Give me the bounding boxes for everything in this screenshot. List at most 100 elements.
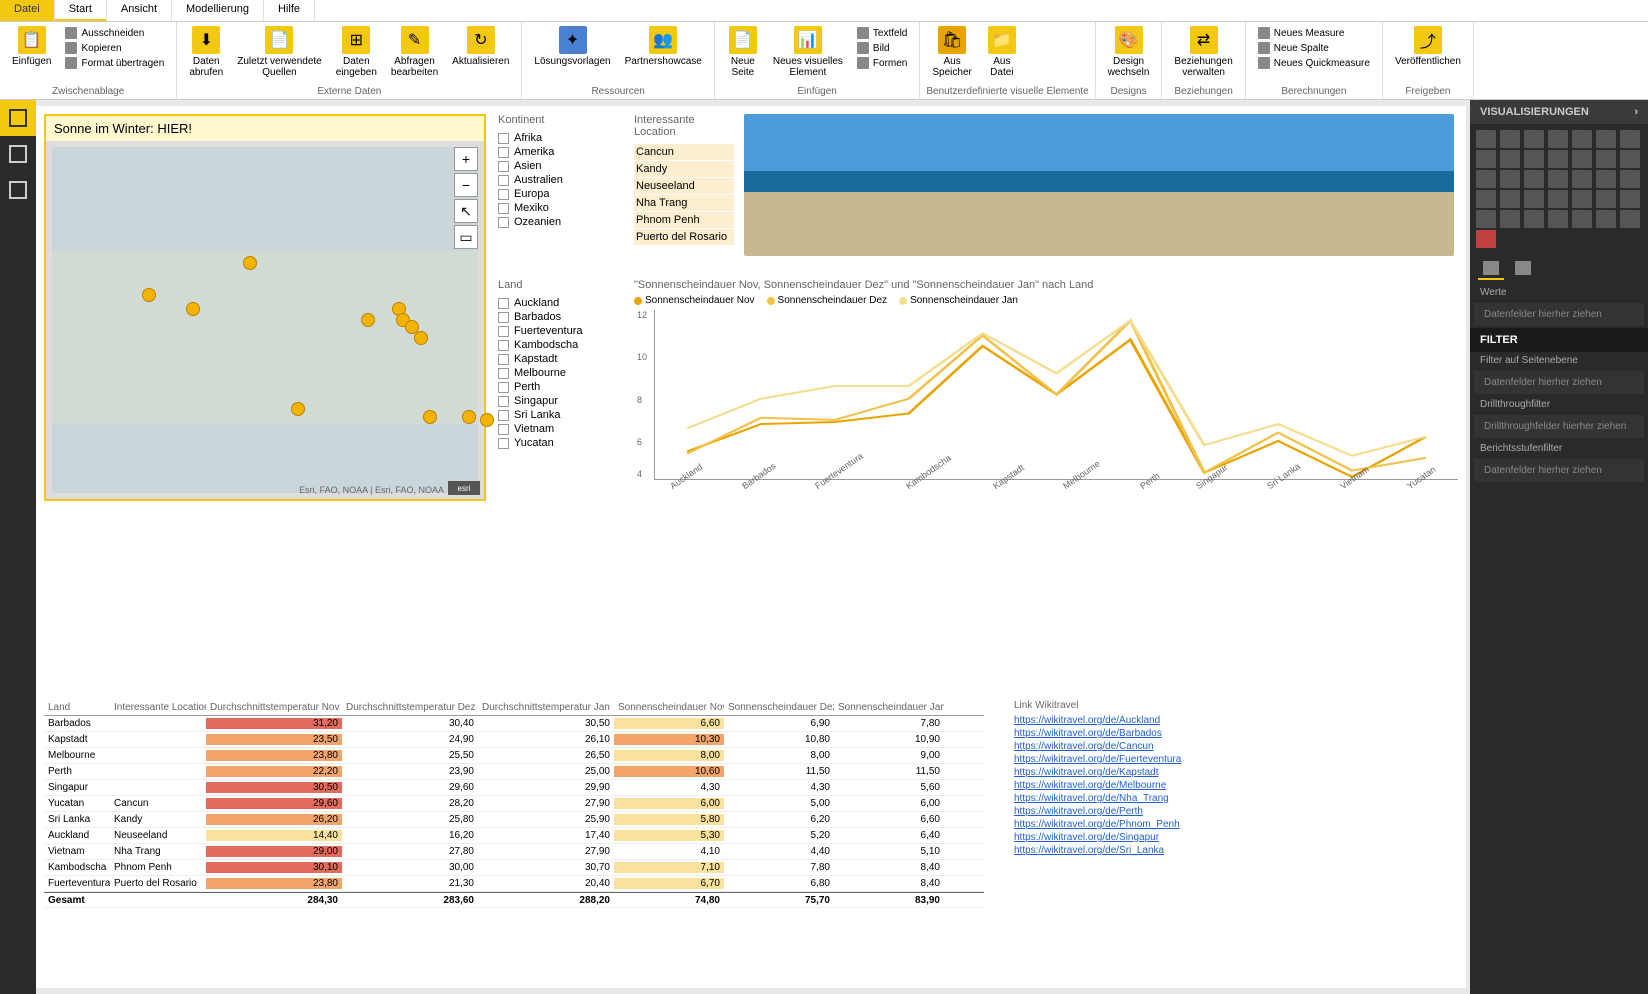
viz-type-icon[interactable] (1524, 130, 1544, 148)
report-view-button[interactable] (0, 100, 36, 136)
table-row[interactable]: Kapstadt23,5024,9026,1010,3010,8010,90 (44, 732, 984, 748)
publish-button[interactable]: ⤴Veröffentlichen (1389, 24, 1467, 69)
slicer-item[interactable]: Afrika (498, 131, 622, 145)
slicer-item[interactable]: Australien (498, 173, 622, 187)
new-measure-button[interactable]: Neues Measure (1254, 26, 1374, 40)
slicer-item[interactable]: Perth (498, 380, 622, 394)
viz-type-icon[interactable] (1476, 210, 1496, 228)
land-slicer[interactable]: Land AucklandBarbadosFuerteventuraKambod… (498, 279, 622, 501)
wiki-link[interactable]: https://wikitravel.org/de/Barbados (1014, 727, 1181, 740)
viz-type-icon[interactable] (1476, 130, 1496, 148)
zoom-in-button[interactable]: + (454, 147, 478, 171)
viz-type-icon[interactable] (1548, 170, 1568, 188)
continent-slicer[interactable]: Kontinent AfrikaAmerikaAsienAustralienEu… (498, 114, 622, 267)
viz-type-icon[interactable] (1620, 170, 1640, 188)
table-row[interactable]: Perth22,2023,9025,0010,6011,5011,50 (44, 764, 984, 780)
drill-filter-drop[interactable]: Drillthroughfelder hierher ziehen (1474, 415, 1644, 438)
viz-type-icon[interactable] (1524, 210, 1544, 228)
slicer-item[interactable]: Auckland (498, 296, 622, 310)
viz-type-icon[interactable] (1620, 130, 1640, 148)
viz-type-icon[interactable] (1500, 190, 1520, 208)
viz-type-icon[interactable] (1572, 170, 1592, 188)
viz-type-icon[interactable] (1548, 190, 1568, 208)
slicer-item[interactable]: Yucatan (498, 436, 622, 450)
table-row[interactable]: Melbourne23,8025,5026,508,008,009,00 (44, 748, 984, 764)
table-row[interactable]: Barbados31,2030,4030,506,606,907,80 (44, 716, 984, 732)
image-button[interactable]: Bild (853, 41, 911, 55)
column-header[interactable]: Sonnenscheindauer Nov (614, 702, 724, 713)
slicer-item[interactable]: Fuerteventura (498, 324, 622, 338)
viz-type-icon[interactable] (1500, 130, 1520, 148)
slicer-item[interactable]: Europa (498, 187, 622, 201)
slicer-item[interactable]: Vietnam (498, 422, 622, 436)
column-header[interactable]: Sonnenscheindauer Dez (724, 702, 834, 713)
tab-file[interactable]: Datei (0, 0, 55, 21)
viz-pane-header[interactable]: VISUALISIERUNGEN› (1470, 100, 1648, 124)
location-item[interactable]: Puerto del Rosario (634, 229, 734, 245)
viz-type-icon[interactable] (1476, 170, 1496, 188)
column-header[interactable]: Interessante Location (110, 702, 206, 713)
slicer-item[interactable]: Kapstadt (498, 352, 622, 366)
wiki-link[interactable]: https://wikitravel.org/de/Phnom_Penh (1014, 818, 1181, 831)
wiki-link[interactable]: https://wikitravel.org/de/Auckland (1014, 714, 1181, 727)
viz-type-icon[interactable] (1476, 190, 1496, 208)
table-row[interactable]: VietnamNha Trang29,0027,8027,904,104,405… (44, 844, 984, 860)
viz-type-icon[interactable] (1524, 190, 1544, 208)
from-file-button[interactable]: 📁Aus Datei (980, 24, 1024, 80)
map-select-button[interactable]: ▭ (454, 225, 478, 249)
location-item[interactable]: Neuseeland (634, 178, 734, 194)
report-filter-drop[interactable]: Datenfelder hierher ziehen (1474, 459, 1644, 482)
new-column-button[interactable]: Neue Spalte (1254, 41, 1374, 55)
location-item[interactable]: Kandy (634, 161, 734, 177)
slicer-item[interactable]: Ozeanien (498, 215, 622, 229)
column-header[interactable]: Durchschnittstemperatur Dez (342, 702, 478, 713)
wiki-link[interactable]: https://wikitravel.org/de/Fuerteventura (1014, 753, 1181, 766)
cut-button[interactable]: Ausschneiden (61, 26, 168, 40)
quickmeasure-button[interactable]: Neues Quickmeasure (1254, 56, 1374, 70)
new-visual-button[interactable]: 📊Neues visuelles Element (767, 24, 849, 80)
column-header[interactable]: Durchschnittstemperatur Nov (206, 702, 342, 713)
slicer-item[interactable]: Asien (498, 159, 622, 173)
slicer-item[interactable]: Barbados (498, 310, 622, 324)
new-page-button[interactable]: 📄Neue Seite (721, 24, 765, 80)
copy-button[interactable]: Kopieren (61, 41, 168, 55)
viz-type-icon[interactable] (1596, 190, 1616, 208)
values-drop[interactable]: Datenfelder hierher ziehen (1474, 303, 1644, 326)
textbox-button[interactable]: Textfeld (853, 26, 911, 40)
edit-queries-button[interactable]: ✎Abfragen bearbeiten (385, 24, 444, 80)
tab-help[interactable]: Hilfe (264, 0, 315, 21)
map-marker[interactable] (414, 331, 428, 345)
wiki-link[interactable]: https://wikitravel.org/de/Cancun (1014, 740, 1181, 753)
slicer-item[interactable]: Melbourne (498, 366, 622, 380)
viz-type-icon[interactable] (1476, 230, 1496, 248)
line-chart[interactable]: "Sonnenscheindauer Nov, Sonnenscheindaue… (634, 279, 1458, 501)
fields-tab[interactable] (1478, 258, 1504, 280)
viz-type-icon[interactable] (1596, 130, 1616, 148)
location-item[interactable]: Nha Trang (634, 195, 734, 211)
map-marker[interactable] (423, 410, 437, 424)
viz-type-icon[interactable] (1500, 210, 1520, 228)
partner-button[interactable]: 👥Partnershowcase (619, 24, 708, 69)
report-canvas[interactable]: Sonne im Winter: HIER! + − ↖ ▭ Esri, FAO… (36, 106, 1466, 988)
viz-type-icon[interactable] (1572, 190, 1592, 208)
column-header[interactable]: Sonnenscheindauer Jan (834, 702, 944, 713)
column-header[interactable]: Land (44, 702, 110, 713)
table-row[interactable]: KambodschaPhnom Penh30,1030,0030,707,107… (44, 860, 984, 876)
wiki-link[interactable]: https://wikitravel.org/de/Singapur (1014, 831, 1181, 844)
viz-type-icon[interactable] (1596, 170, 1616, 188)
viz-type-icon[interactable] (1620, 190, 1640, 208)
zoom-out-button[interactable]: − (454, 173, 478, 197)
wiki-link[interactable]: https://wikitravel.org/de/Melbourne (1014, 779, 1181, 792)
map-visual[interactable]: Sonne im Winter: HIER! + − ↖ ▭ Esri, FAO… (44, 114, 486, 501)
table-row[interactable]: Singapur30,5029,6029,904,304,305,60 (44, 780, 984, 796)
viz-type-icon[interactable] (1500, 150, 1520, 168)
viz-type-icon[interactable] (1596, 150, 1616, 168)
slicer-item[interactable]: Sri Lanka (498, 408, 622, 422)
format-tab[interactable] (1510, 258, 1536, 280)
refresh-button[interactable]: ↻Aktualisieren (446, 24, 515, 69)
column-header[interactable]: Durchschnittstemperatur Jan (478, 702, 614, 713)
map-marker[interactable] (243, 256, 257, 270)
wiki-link[interactable]: https://wikitravel.org/de/Sri_Lanka (1014, 844, 1181, 857)
viz-type-icon[interactable] (1548, 210, 1568, 228)
slicer-item[interactable]: Kambodscha (498, 338, 622, 352)
